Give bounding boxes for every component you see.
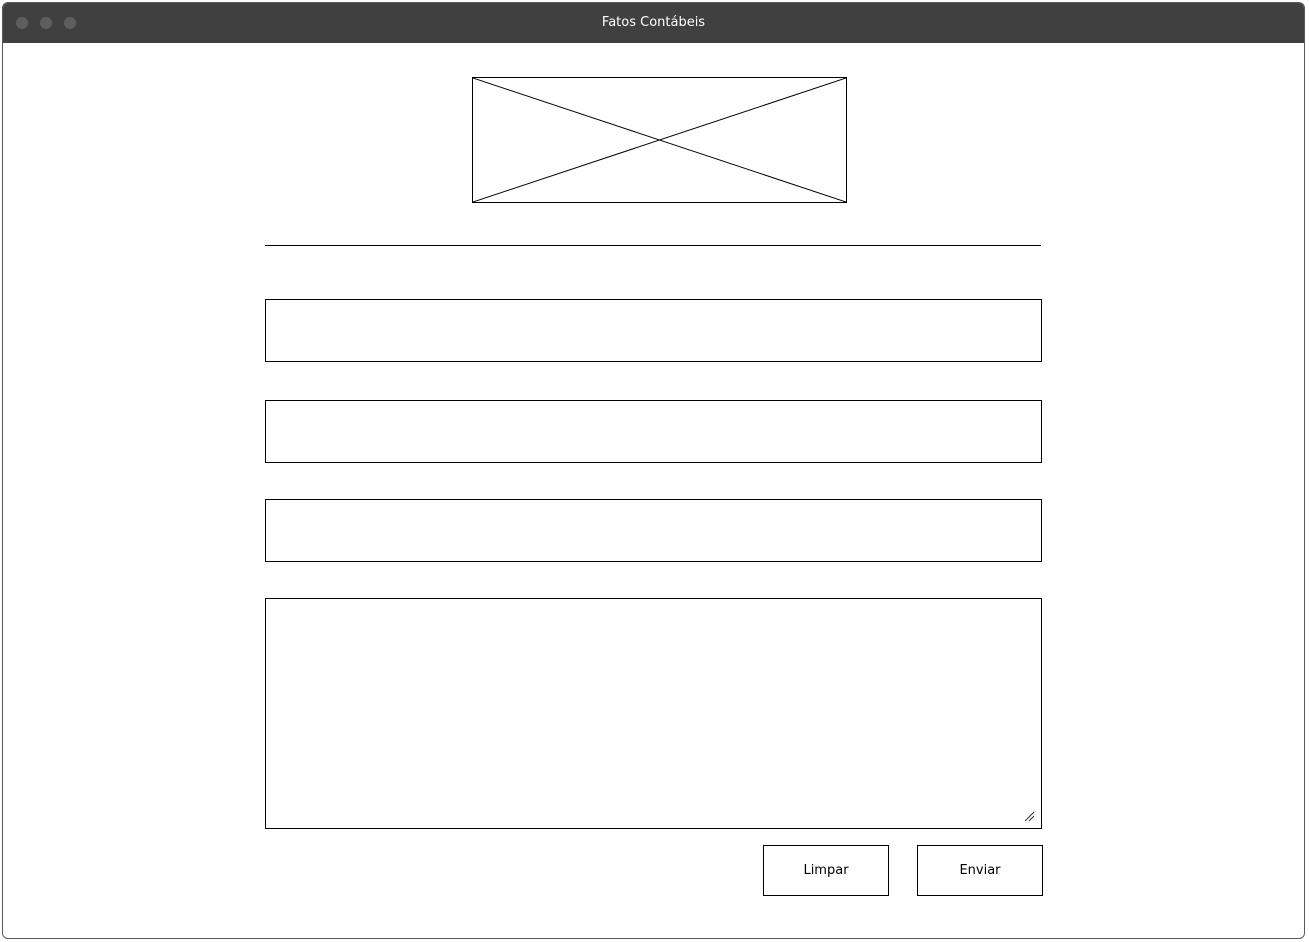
send-button[interactable]: Enviar — [917, 845, 1043, 896]
app-window: Fatos Contábeis Limpar Enviar — [2, 2, 1305, 939]
image-placeholder-icon — [473, 78, 846, 202]
window-title: Fatos Contábeis — [601, 15, 706, 30]
clear-button[interactable]: Limpar — [763, 845, 889, 896]
logo-image-placeholder — [472, 77, 847, 203]
header-divider — [265, 245, 1041, 246]
resize-handle-icon[interactable] — [1023, 810, 1035, 822]
message-textarea[interactable] — [265, 598, 1042, 829]
title-bar: Fatos Contábeis — [3, 3, 1304, 43]
form-field-3[interactable] — [265, 499, 1042, 562]
form-field-1[interactable] — [265, 299, 1042, 362]
form-field-2[interactable] — [265, 400, 1042, 463]
